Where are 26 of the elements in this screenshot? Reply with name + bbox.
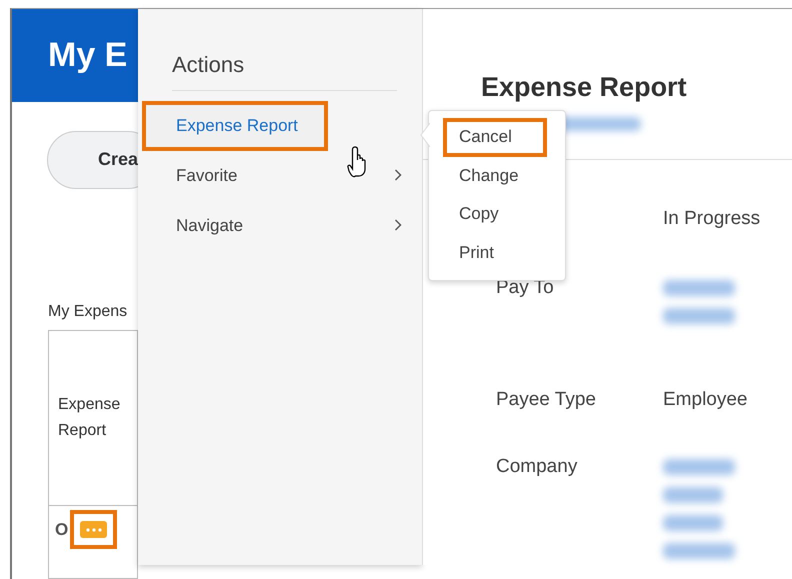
field-label: Company [496, 456, 578, 479]
redacted-text [663, 459, 735, 475]
redacted-text [663, 487, 723, 503]
column-header: Expense Report [48, 330, 138, 506]
chevron-right-icon [394, 169, 402, 181]
submenu-item[interactable]: Copy [443, 195, 547, 234]
redacted-text [663, 280, 735, 296]
submenu-item[interactable]: Print [443, 234, 547, 272]
page-title: My E [48, 36, 128, 75]
redacted-text [663, 308, 735, 324]
redacted-text [663, 543, 735, 559]
section-title: My Expens [48, 303, 128, 321]
field-value: Employee [663, 389, 748, 411]
table-cell: O [55, 520, 68, 540]
more-icon [86, 528, 102, 532]
report-title: Expense Report [481, 72, 688, 103]
submenu-item[interactable]: Cancel [443, 118, 547, 156]
related-actions-button[interactable] [70, 510, 118, 549]
menu-item[interactable]: Navigate [142, 201, 422, 251]
menu-title: Actions [172, 52, 246, 78]
chevron-right-icon [394, 219, 402, 231]
menu-item[interactable]: Expense Report [142, 101, 328, 151]
field-value: In Progress [663, 208, 762, 230]
submenu-item[interactable]: Change [443, 156, 547, 195]
field-label: Payee Type [496, 389, 598, 411]
redacted-text [663, 515, 723, 531]
